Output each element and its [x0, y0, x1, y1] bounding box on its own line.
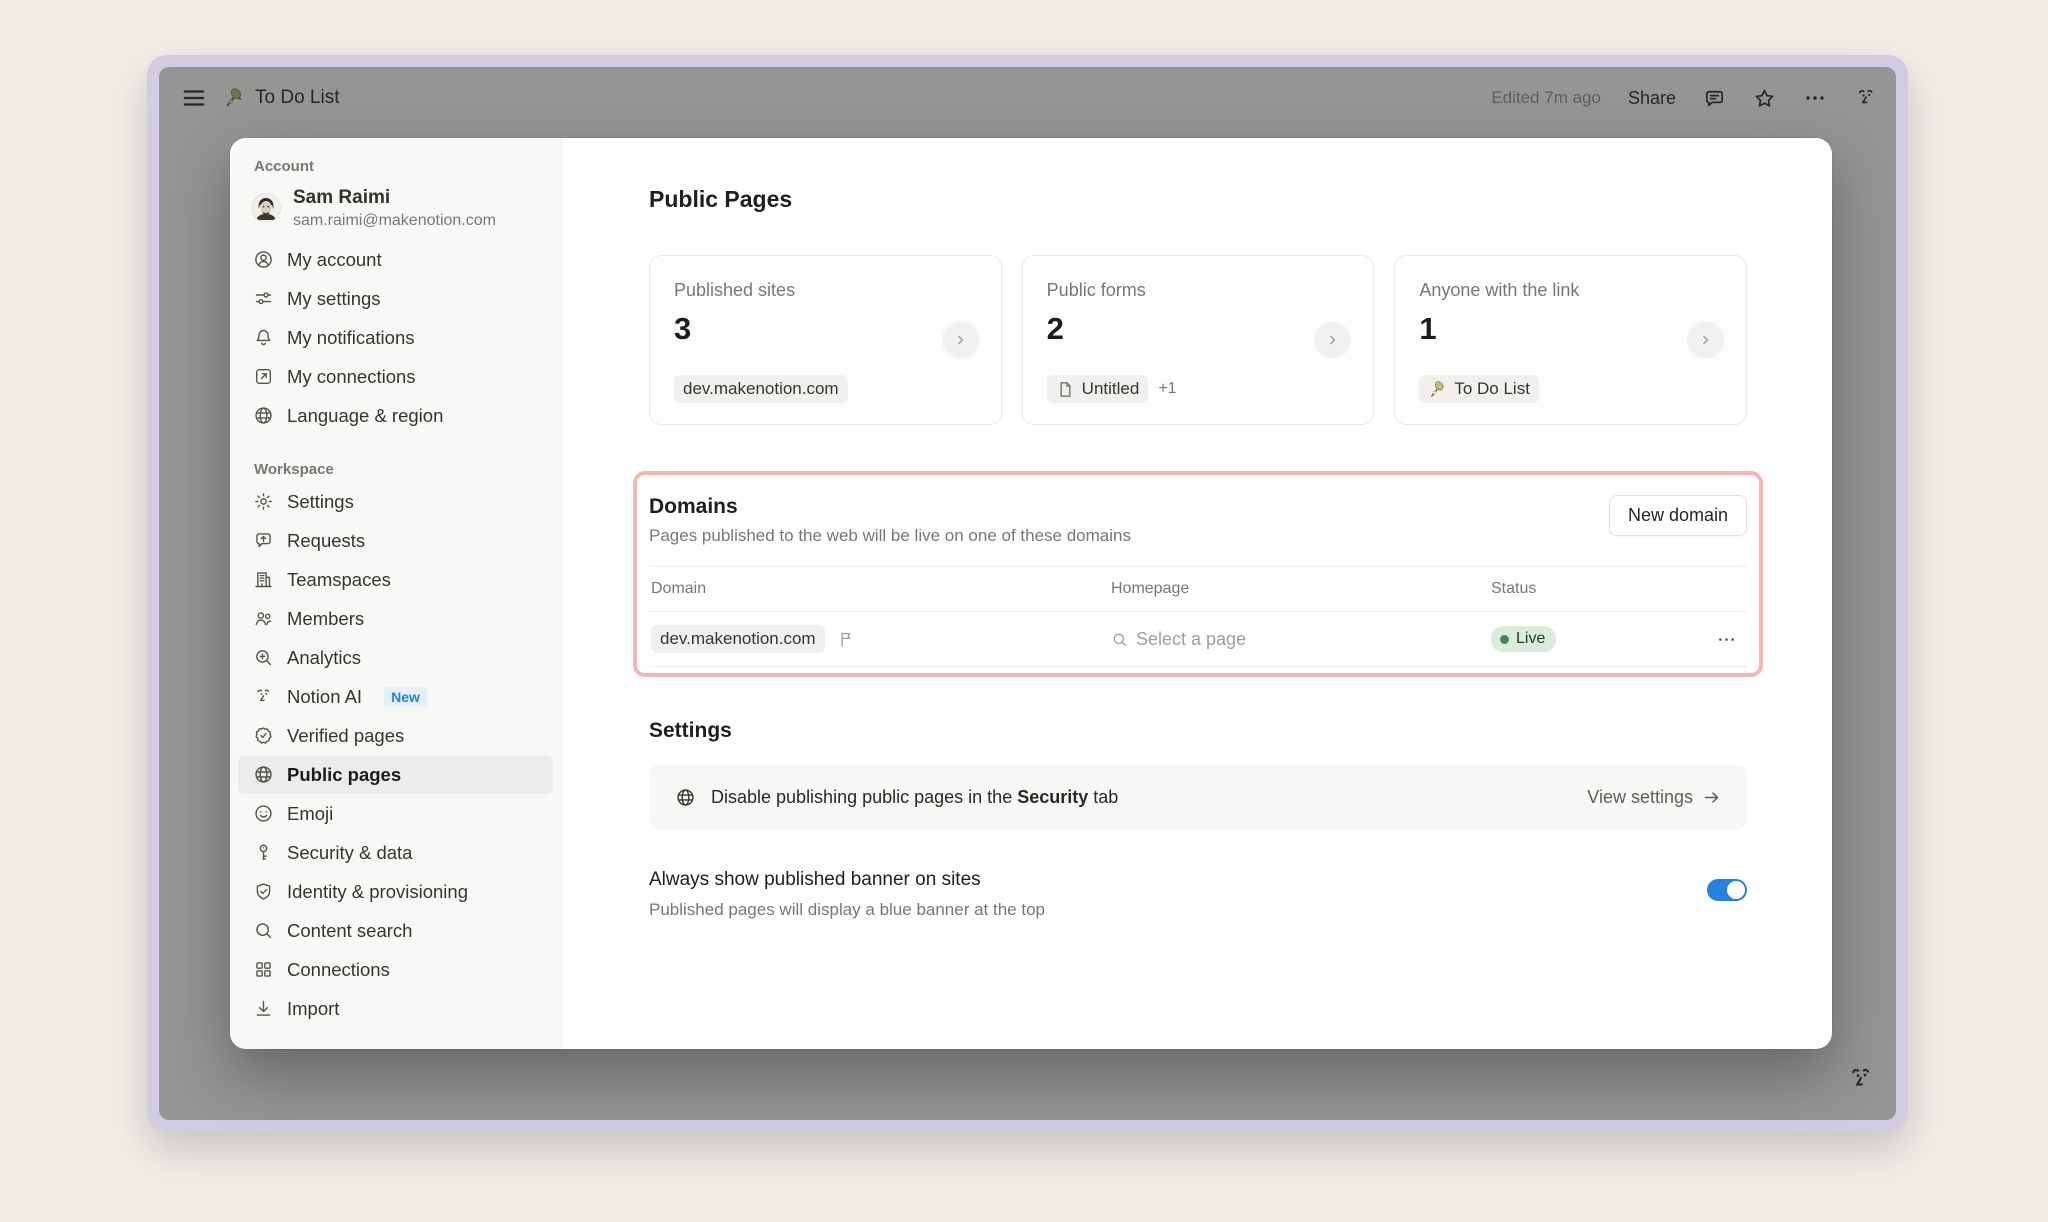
page-chip[interactable]: To Do List [1419, 375, 1539, 403]
public-pages-panel: Public Pages Published sites 3 dev.maken… [562, 138, 1832, 1049]
domains-section-highlighted: Domains Pages published to the web will … [633, 471, 1763, 677]
sidebar-item-members[interactable]: Members [238, 600, 553, 638]
status-badge: Live [1491, 626, 1556, 652]
security-banner: Disable publishing public pages in the S… [649, 765, 1747, 829]
live-dot [1500, 635, 1509, 644]
settings-sidebar: Account Sam Raimi sam.raimi@makenotion.c… [230, 138, 562, 1049]
bell-icon [253, 327, 274, 348]
user-profile[interactable]: Sam Raimi sam.raimi@makenotion.com [238, 179, 553, 240]
sidebar-item-public-pages[interactable]: Public pages [238, 756, 553, 794]
search-icon [1111, 631, 1128, 648]
sidebar-item-security-data[interactable]: Security & data [238, 834, 553, 872]
toggle-title: Always show published banner on sites [649, 869, 1045, 891]
page-icon [1056, 380, 1075, 399]
gear-icon [253, 491, 274, 512]
user-email: sam.raimi@makenotion.com [293, 212, 496, 230]
domain-chip[interactable]: dev.makenotion.com [651, 625, 825, 653]
building-icon [253, 569, 274, 590]
anyone-with-link-card[interactable]: Anyone with the link 1 [1394, 255, 1747, 425]
globe-icon [675, 787, 696, 808]
sidebar-item-my-settings[interactable]: My settings [238, 280, 553, 318]
avatar [252, 194, 280, 222]
sidebar-item-import[interactable]: Import [238, 990, 553, 1028]
user-name: Sam Raimi [293, 187, 496, 210]
banner-toggle-row: Always show published banner on sites Pu… [649, 869, 1747, 920]
settings-title: Settings [649, 719, 1747, 743]
sidebar-item-verified-pages[interactable]: Verified pages [238, 717, 553, 755]
homepage-placeholder: Select a page [1136, 629, 1246, 650]
homepage-select[interactable]: Select a page [1111, 629, 1491, 650]
arrow-out-box-icon [253, 366, 274, 387]
flag-icon[interactable] [837, 630, 856, 649]
sliders-icon [253, 288, 274, 309]
sidebar-item-requests[interactable]: Requests [238, 522, 553, 560]
search-icon [253, 920, 274, 941]
row-more-icon[interactable] [1716, 629, 1745, 650]
globe-icon [253, 764, 274, 785]
sidebar-item-my-account[interactable]: My account [238, 241, 553, 279]
domains-table-header: Domain Homepage Status [649, 567, 1747, 611]
sidebar-item-language-region[interactable]: Language & region [238, 397, 553, 435]
sidebar-item-teamspaces[interactable]: Teamspaces [238, 561, 553, 599]
globe-icon [253, 405, 274, 426]
column-homepage: Homepage [1111, 580, 1491, 598]
settings-modal: Account Sam Raimi sam.raimi@makenotion.c… [230, 138, 1832, 1049]
import-download-icon [253, 998, 274, 1019]
badminton-emoji-icon [1428, 380, 1447, 399]
view-settings-link[interactable]: View settings [1587, 787, 1721, 808]
analytics-magnifier-icon [253, 647, 274, 668]
site-chip[interactable]: dev.makenotion.com [674, 375, 848, 403]
column-status: Status [1491, 580, 1691, 598]
public-forms-count: 2 [1047, 311, 1350, 347]
sidebar-item-identity-provisioning[interactable]: Identity & provisioning [238, 873, 553, 911]
workspace-section-label: Workspace [238, 455, 553, 482]
smiley-icon [253, 803, 274, 824]
sidebar-item-emoji[interactable]: Emoji [238, 795, 553, 833]
sidebar-item-notion-ai[interactable]: Notion AI New [238, 678, 553, 716]
chevron-right-icon[interactable] [942, 322, 979, 359]
sidebar-item-my-notifications[interactable]: My notifications [238, 319, 553, 357]
people-icon [253, 608, 274, 629]
toggle-knob [1727, 881, 1745, 899]
published-sites-card[interactable]: Published sites 3 dev.makenotion.com [649, 255, 1002, 425]
key-icon [253, 842, 274, 863]
domains-subtitle: Pages published to the web will be live … [649, 526, 1131, 546]
sidebar-item-settings[interactable]: Settings [238, 483, 553, 521]
chevron-right-icon[interactable] [1314, 322, 1351, 359]
person-circle-icon [253, 249, 274, 270]
domain-table-row: dev.makenotion.com Select a page Live [649, 611, 1747, 667]
grid-icon [253, 959, 274, 980]
public-forms-card[interactable]: Public forms 2 Untitled +1 [1022, 255, 1375, 425]
toggle-subtitle: Published pages will display a blue bann… [649, 900, 1045, 920]
form-chip[interactable]: Untitled [1047, 375, 1149, 403]
verified-badge-icon [253, 725, 274, 746]
banner-text: Disable publishing public pages in the S… [711, 787, 1118, 808]
sidebar-item-analytics[interactable]: Analytics [238, 639, 553, 677]
published-sites-count: 3 [674, 311, 977, 347]
summary-cards: Published sites 3 dev.makenotion.com Pub… [649, 255, 1747, 425]
new-badge: New [384, 687, 427, 707]
sidebar-item-connections[interactable]: Connections [238, 951, 553, 989]
link-pages-count: 1 [1419, 311, 1722, 347]
chevron-right-icon[interactable] [1687, 322, 1724, 359]
panel-title: Public Pages [649, 186, 1747, 213]
new-domain-button[interactable]: New domain [1609, 495, 1747, 536]
arrow-right-icon [1702, 788, 1721, 807]
column-domain: Domain [651, 580, 1111, 598]
request-bubble-icon [253, 530, 274, 551]
more-forms-count: +1 [1158, 380, 1176, 398]
sidebar-item-my-connections[interactable]: My connections [238, 358, 553, 396]
sidebar-item-content-search[interactable]: Content search [238, 912, 553, 950]
domains-title: Domains [649, 495, 1131, 519]
shield-check-icon [253, 881, 274, 902]
account-section-label: Account [238, 152, 553, 179]
notion-ai-icon [253, 686, 274, 707]
published-banner-toggle[interactable] [1707, 879, 1747, 901]
